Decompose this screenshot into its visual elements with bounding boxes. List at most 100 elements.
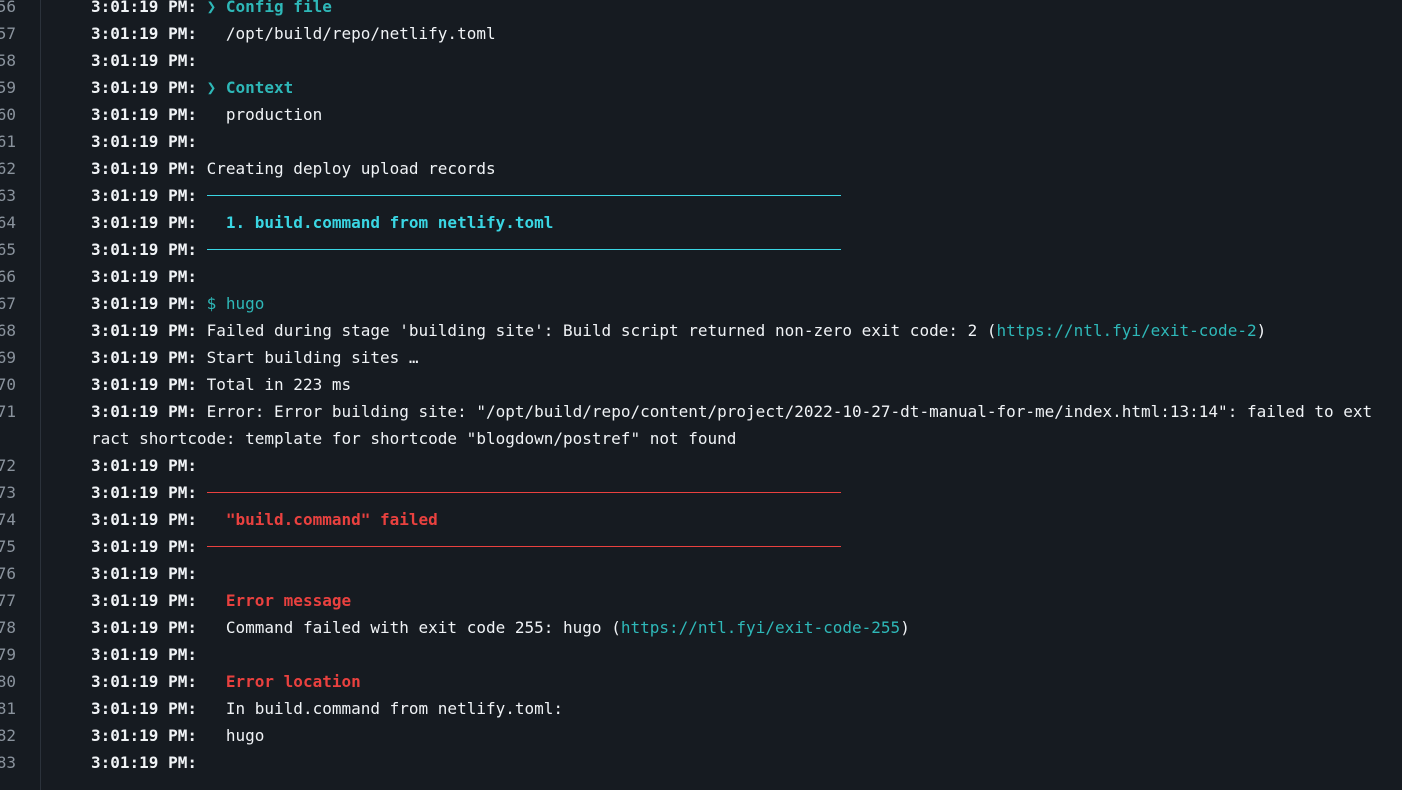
log-timestamp: 3:01:19 PM:	[91, 456, 197, 475]
log-line: 57 3:01:19 PM: /opt/build/repo/netlify.to…	[0, 20, 1402, 47]
log-line-content: 3:01:19 PM: Error: Error building site: …	[91, 398, 1381, 452]
line-number[interactable]: 79	[0, 641, 28, 668]
log-message: Failed during stage 'building site': Bui…	[206, 321, 997, 340]
log-line-content: 3:01:19 PM:	[91, 263, 1381, 290]
log-line: 70 3:01:19 PM: Total in 223 ms	[0, 371, 1402, 398]
line-number[interactable]: 57	[0, 20, 28, 47]
log-timestamp: 3:01:19 PM:	[91, 753, 197, 772]
line-number[interactable]: 56	[0, 0, 28, 20]
log-line: 56 3:01:19 PM: ❯ Config file	[0, 0, 1402, 20]
log-message: Command failed with exit code 255: hugo …	[225, 618, 621, 637]
log-line: 58 3:01:19 PM:	[0, 47, 1402, 74]
line-number[interactable]: 77	[0, 587, 28, 614]
log-timestamp: 3:01:19 PM:	[91, 294, 197, 313]
log-message: Error location	[225, 672, 361, 691]
line-number[interactable]: 76	[0, 560, 28, 587]
log-line: 74 3:01:19 PM: "build.command" failed	[0, 506, 1402, 533]
log-line-content: 3:01:19 PM: Error location	[91, 668, 1381, 695]
line-number[interactable]: 67	[0, 290, 28, 317]
exit-code-link[interactable]: https://ntl.fyi/exit-code-255	[621, 618, 900, 637]
line-number[interactable]: 72	[0, 452, 28, 479]
log-message: Start building sites …	[206, 348, 419, 367]
log-timestamp: 3:01:19 PM:	[91, 726, 197, 745]
log-line-content: 3:01:19 PM: In build.command from netlif…	[91, 695, 1381, 722]
log-timestamp: 3:01:19 PM:	[91, 537, 197, 556]
separator-rule	[206, 195, 841, 196]
log-line: 68 3:01:19 PM: Failed during stage 'build…	[0, 317, 1402, 344]
log-line-content: 3:01:19 PM: Failed during stage 'buildin…	[91, 317, 1381, 344]
log-line: 81 3:01:19 PM: In build.command from netl…	[0, 695, 1402, 722]
log-line-content: 3:01:19 PM: Error message	[91, 587, 1381, 614]
line-number[interactable]: 78	[0, 614, 28, 641]
log-timestamp: 3:01:19 PM:	[91, 402, 197, 421]
line-number[interactable]: 82	[0, 722, 28, 749]
log-timestamp: 3:01:19 PM:	[91, 51, 197, 70]
log-line-content: 3:01:19 PM: /opt/build/repo/netlify.toml	[91, 20, 1381, 47]
log-message: 1. build.command from netlify.toml	[225, 213, 554, 232]
log-line: 69 3:01:19 PM: Start building sites …	[0, 344, 1402, 371]
log-timestamp: 3:01:19 PM:	[91, 645, 197, 664]
line-number[interactable]: 61	[0, 128, 28, 155]
log-line: 60 3:01:19 PM: production	[0, 101, 1402, 128]
line-number[interactable]: 59	[0, 74, 28, 101]
log-message: Total in 223 ms	[206, 375, 352, 394]
log-message: /opt/build/repo/netlify.toml	[225, 24, 496, 43]
log-line: 72 3:01:19 PM:	[0, 452, 1402, 479]
log-timestamp: 3:01:19 PM:	[91, 591, 197, 610]
line-number[interactable]: 58	[0, 47, 28, 74]
log-line-content: 3:01:19 PM: Command failed with exit cod…	[91, 614, 1381, 641]
log-line-content: 3:01:19 PM: ❯ Config file	[91, 0, 1381, 20]
line-number[interactable]: 69	[0, 344, 28, 371]
log-line: 82 3:01:19 PM: hugo	[0, 722, 1402, 749]
log-timestamp: 3:01:19 PM:	[91, 240, 197, 259]
line-number[interactable]: 83	[0, 749, 28, 776]
log-line: 77 3:01:19 PM: Error message	[0, 587, 1402, 614]
line-number[interactable]: 62	[0, 155, 28, 182]
log-message: production	[225, 105, 323, 124]
log-line-content: 3:01:19 PM:	[91, 533, 1381, 560]
log-line: 62 3:01:19 PM: Creating deploy upload rec…	[0, 155, 1402, 182]
log-line-content: 3:01:19 PM: $ hugo	[91, 290, 1381, 317]
log-line: 67 3:01:19 PM: $ hugo	[0, 290, 1402, 317]
log-line-content: 3:01:19 PM: Start building sites …	[91, 344, 1381, 371]
log-timestamp: 3:01:19 PM:	[91, 564, 197, 583]
log-message: Error message	[225, 591, 352, 610]
log-message-suffix: )	[900, 618, 910, 637]
log-line-content: 3:01:19 PM:	[91, 479, 1381, 506]
log-message: ❯ Context	[206, 78, 294, 97]
line-number[interactable]: 66	[0, 263, 28, 290]
line-number[interactable]: 64	[0, 209, 28, 236]
log-line: 66 3:01:19 PM:	[0, 263, 1402, 290]
log-timestamp: 3:01:19 PM:	[91, 483, 197, 502]
log-message-suffix: )	[1256, 321, 1267, 340]
log-line: 78 3:01:19 PM: Command failed with exit c…	[0, 614, 1402, 641]
log-message: "build.command" failed	[225, 510, 438, 529]
log-timestamp: 3:01:19 PM:	[91, 0, 197, 16]
exit-code-link[interactable]: https://ntl.fyi/exit-code-2	[997, 321, 1257, 340]
log-message: hugo	[225, 726, 265, 745]
log-line-content: 3:01:19 PM:	[91, 182, 1381, 209]
line-number[interactable]: 68	[0, 317, 28, 344]
log-message: ❯ Config file	[206, 0, 332, 16]
log-timestamp: 3:01:19 PM:	[91, 699, 197, 718]
log-timestamp: 3:01:19 PM:	[91, 186, 197, 205]
line-number[interactable]: 73	[0, 479, 28, 506]
log-line-content: 3:01:19 PM: Total in 223 ms	[91, 371, 1381, 398]
log-line-content: 3:01:19 PM: 1. build.command from netlif…	[91, 209, 1381, 236]
log-line: 65 3:01:19 PM:	[0, 236, 1402, 263]
line-number[interactable]: 60	[0, 101, 28, 128]
log-timestamp: 3:01:19 PM:	[91, 105, 197, 124]
line-number[interactable]: 80	[0, 668, 28, 695]
log-line-content: 3:01:19 PM:	[91, 236, 1381, 263]
line-number[interactable]: 63	[0, 182, 28, 209]
log-line-content: 3:01:19 PM:	[91, 47, 1381, 74]
line-number[interactable]: 70	[0, 371, 28, 398]
separator-rule	[206, 546, 841, 547]
line-number[interactable]: 74	[0, 506, 28, 533]
line-number[interactable]: 81	[0, 695, 28, 722]
line-number[interactable]: 65	[0, 236, 28, 263]
line-number[interactable]: 75	[0, 533, 28, 560]
log-message: Creating deploy upload records	[206, 159, 496, 178]
line-number[interactable]: 71	[0, 398, 28, 425]
log-timestamp: 3:01:19 PM:	[91, 213, 197, 232]
